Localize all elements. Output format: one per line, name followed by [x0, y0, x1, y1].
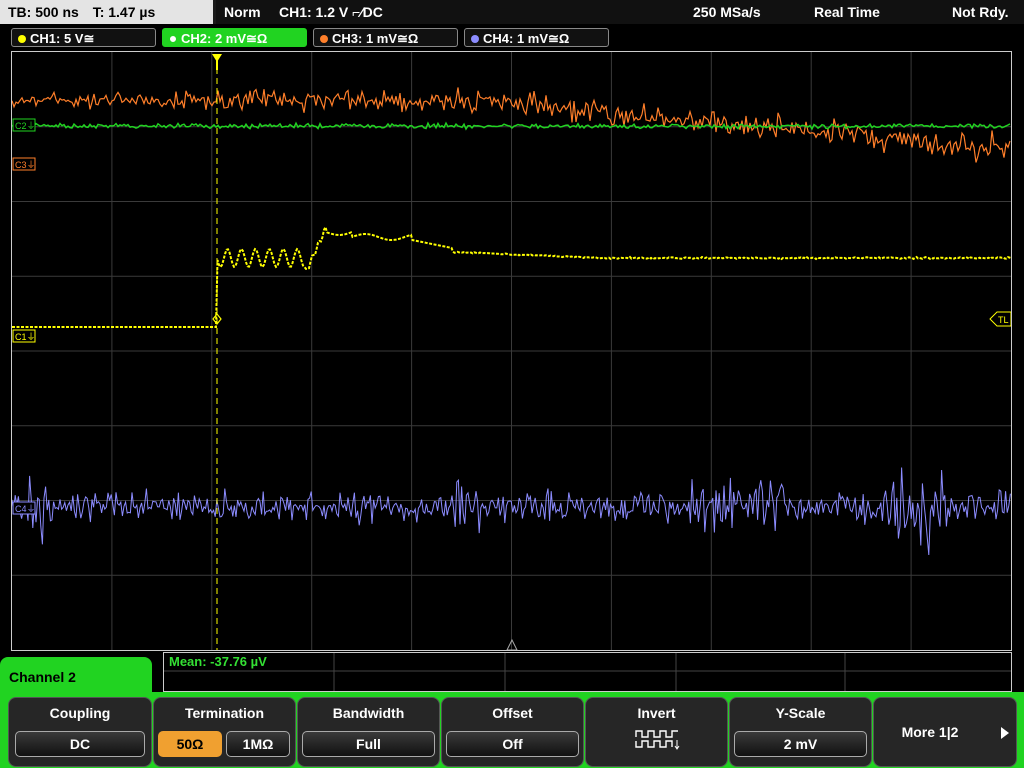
arrow-right-icon [1001, 727, 1009, 739]
trigger-setting[interactable]: CH1: 1.2 V ⌐∕DC [279, 0, 383, 24]
c3-marker[interactable]: C3⏚ [12, 157, 36, 171]
trigger-level-marker[interactable]: TL [989, 311, 1012, 327]
invert-icon [635, 730, 680, 750]
waveform-canvas: C3⏚ C1⏚ C2⏚ C4⏚ TL [11, 52, 1012, 651]
termination-50ohm-option[interactable]: 50Ω [158, 731, 222, 757]
yscale-label: Y-Scale [775, 705, 826, 721]
coupling-label: Coupling [49, 705, 111, 721]
c2-marker[interactable]: C2⏚ [12, 118, 36, 132]
mean-measurement: Mean: -37.76 µV [169, 654, 267, 669]
waveform-display[interactable]: C3⏚ C1⏚ C2⏚ C4⏚ TL [11, 51, 1012, 651]
more-softkey[interactable]: More 1|2 [873, 697, 1017, 767]
tab-ch4[interactable]: CH4: 1 mV≅Ω [464, 28, 609, 47]
ch1-dot-icon [18, 35, 26, 43]
tab-ch2[interactable]: CH2: 2 mV≅Ω [162, 28, 307, 47]
offset-label: Offset [492, 705, 533, 721]
trigger-position-icon[interactable] [212, 54, 222, 70]
invert-softkey[interactable]: Invert [585, 697, 728, 767]
ch1-label: CH1: 5 V≅ [30, 31, 95, 46]
yscale-softkey[interactable]: Y-Scale 2 mV [729, 697, 872, 767]
c4-marker[interactable]: C4⏚ [12, 501, 36, 515]
svg-text:C2⏚: C2⏚ [15, 121, 36, 131]
c1-marker[interactable]: C1⏚ [12, 329, 36, 343]
timebase-box[interactable]: TB: 500 ns T: 1.47 µs [0, 0, 213, 24]
ch4-dot-icon [471, 35, 479, 43]
offset-value[interactable]: Off [446, 731, 579, 757]
yscale-value[interactable]: 2 mV [734, 731, 867, 757]
ch2-label: CH2: 2 mV≅Ω [181, 31, 268, 46]
termination-softkey[interactable]: Termination 50Ω 1MΩ [153, 697, 296, 767]
trigger-status: Norm CH1: 1.2 V ⌐∕DC 250 MSa/s Real Time… [216, 0, 1024, 24]
offset-softkey[interactable]: Offset Off [441, 697, 584, 767]
ch2-dot-icon [169, 35, 177, 43]
tab-ch1[interactable]: CH1: 5 V≅ [11, 28, 156, 47]
menu-title: Channel 2 [0, 657, 152, 697]
trigger-time-label: T: 1.47 µs [92, 4, 156, 20]
timebase-label: TB: 500 ns [8, 4, 79, 20]
more-label: More 1|2 [901, 724, 959, 740]
ch4-label: CH4: 1 mV≅Ω [483, 31, 570, 46]
acquisition-status: Not Rdy. [952, 4, 1009, 20]
ch3-dot-icon [320, 35, 328, 43]
svg-text:C4⏚: C4⏚ [15, 504, 36, 514]
acquisition-mode: Real Time [814, 4, 880, 20]
coupling-softkey[interactable]: Coupling DC [8, 697, 152, 767]
bandwidth-value[interactable]: Full [302, 731, 435, 757]
termination-1mohm-option[interactable]: 1MΩ [226, 731, 290, 757]
trigger-mode[interactable]: Norm [224, 0, 261, 24]
measurement-panel [163, 652, 1012, 692]
svg-text:C1⏚: C1⏚ [15, 332, 36, 342]
termination-label: Termination [184, 705, 265, 721]
svg-text:C3⏚: C3⏚ [15, 160, 36, 170]
svg-text:TL: TL [998, 315, 1009, 325]
bandwidth-label: Bandwidth [332, 705, 405, 721]
tab-ch3[interactable]: CH3: 1 mV≅Ω [313, 28, 458, 47]
coupling-value[interactable]: DC [15, 731, 145, 757]
sample-rate: 250 MSa/s [693, 4, 761, 20]
ch3-label: CH3: 1 mV≅Ω [332, 31, 419, 46]
bandwidth-softkey[interactable]: Bandwidth Full [297, 697, 440, 767]
invert-label: Invert [637, 705, 676, 721]
